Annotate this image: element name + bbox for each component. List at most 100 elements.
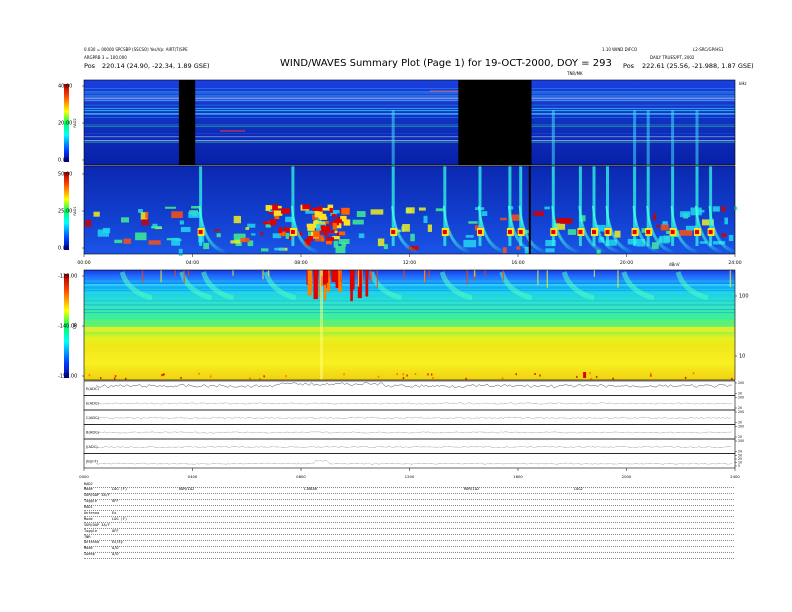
rad1-patch [179,220,184,225]
rad1-patch [545,248,555,253]
tnr-bottom-speckle [263,375,265,378]
tnr-spike [187,270,190,277]
rad1-patch [627,238,638,245]
rad1-intense [325,221,329,224]
tnr-right-tick-label: 100 [739,294,749,300]
rad1-patch [410,233,415,242]
x-tick-label: 20:00 [620,260,633,266]
footer-row-value: A/D [112,546,119,551]
tnr-spike [160,270,162,283]
rad1-gap-line [528,166,531,254]
tnr-bottom-speckle [402,377,405,380]
tnr-bottom-speckle [465,377,467,380]
rad1-patch [712,206,720,212]
rad1-patch [533,211,544,217]
rad1-burst-peak [646,230,651,234]
tnr-bottom-speckle [595,375,598,378]
rad1-patch [247,223,256,228]
rad1-patch [261,248,269,252]
footer-row-value: Ex/Ey [112,540,123,545]
panel-name: TNR [73,322,77,331]
tnr-stripe [320,270,323,380]
footer-row-note: ROM/IA2 [179,487,195,492]
rad2-burst [671,110,675,165]
tnr-spike [502,270,504,281]
rad1-patch [680,211,691,218]
trace-panel-frame [83,438,736,454]
rad1-intense [329,208,333,213]
rad1-intense [320,237,325,242]
rad1-burst-peak [442,230,447,234]
footer-row-value: A/D [112,552,119,557]
tnr-bottom-speckle [406,374,408,377]
tnr-bottom-speckle [414,373,417,375]
rad1-burst-peak [518,230,523,234]
trace-panel-label: E(ADC) [86,401,99,405]
footer-row-value: OFF [112,528,119,533]
tnr-spike [474,270,476,277]
rad1-patch [333,240,339,248]
y-tick-label: -155.00 [58,374,77,380]
x-tick-label: 00:00 [77,260,90,266]
rad2-panel [83,79,736,166]
trace-right-tick-label: 5 [738,464,740,468]
tnr-bottom-speckle [198,372,200,375]
footer-row-value: LOG (F) [112,516,128,521]
trace-panels: E(ADC)20020E(ADC)20020C(ADC)20020B(ADC)2… [83,380,744,469]
footer-row-label: Sweep [84,552,95,557]
rad1-intense [326,237,334,241]
tnr-intense [351,270,355,289]
rad1-patch [377,238,385,247]
rad1-intense [307,223,315,231]
footer-row: Sweep A/D [84,552,734,559]
tnr-spike [466,270,468,285]
rad1-patch [141,219,149,226]
tnr-bottom-speckle [650,374,652,377]
tnr-plasma-band [84,320,735,323]
tnr-intense [313,270,318,300]
rad2-burst [391,110,395,165]
rad1-intense [269,219,277,226]
rad1-intense [302,204,311,210]
rad1-patch [148,240,161,245]
tnr-bottom-speckle [285,375,287,378]
tnr-spike [484,270,486,276]
rad1-burst-peak [578,230,583,234]
rad1-patch [734,206,738,210]
rad1-patch [656,224,660,228]
rad1-patch [203,242,210,250]
trace-panel-label: J(ADC) [85,445,98,449]
tnr-bottom-speckle [125,377,127,380]
rad1-patch [662,221,668,225]
footer-row-label: Mode [84,487,93,492]
rad1-patch [230,240,241,244]
tnr-bottom-speckle [430,373,433,376]
rad1-burst-peak [198,230,203,234]
tnr-bottom-speckle [209,375,212,378]
y-tick-label: 20.00 [58,121,72,127]
tnr-spike [268,270,270,277]
rad2-burst [633,110,637,165]
trace-panel-frame [83,453,736,469]
rad1-burst-peak [391,230,396,234]
tnr-bottom-speckle [432,377,434,380]
x-bottom-tick-label: 1200 [405,474,415,479]
rad1-burst-peak [478,230,482,234]
footer-row-label: SUM/DAP 3A/F [84,493,110,498]
tnr-bottom-speckle [114,375,117,378]
x-tick-label: 24:00 [728,260,741,266]
rad1-patch [516,246,521,250]
trace-panel-frame [83,424,736,440]
rad1-patch [85,219,92,227]
tnr-bottom-speckle [396,373,398,376]
rad1-patch [216,233,221,238]
footer-row-value: OFF [112,499,119,504]
rad2-burst [695,110,699,165]
rad1-patch [724,217,728,225]
tnr-plasma-line [84,327,735,332]
footer-row-note: ROM/IA2 [464,487,480,492]
trace-line [95,382,732,388]
rad1-patch [135,232,147,241]
tnr-bottom-speckle [576,375,578,378]
footer-row-label: SUM/DAP 3A/F [84,522,110,527]
